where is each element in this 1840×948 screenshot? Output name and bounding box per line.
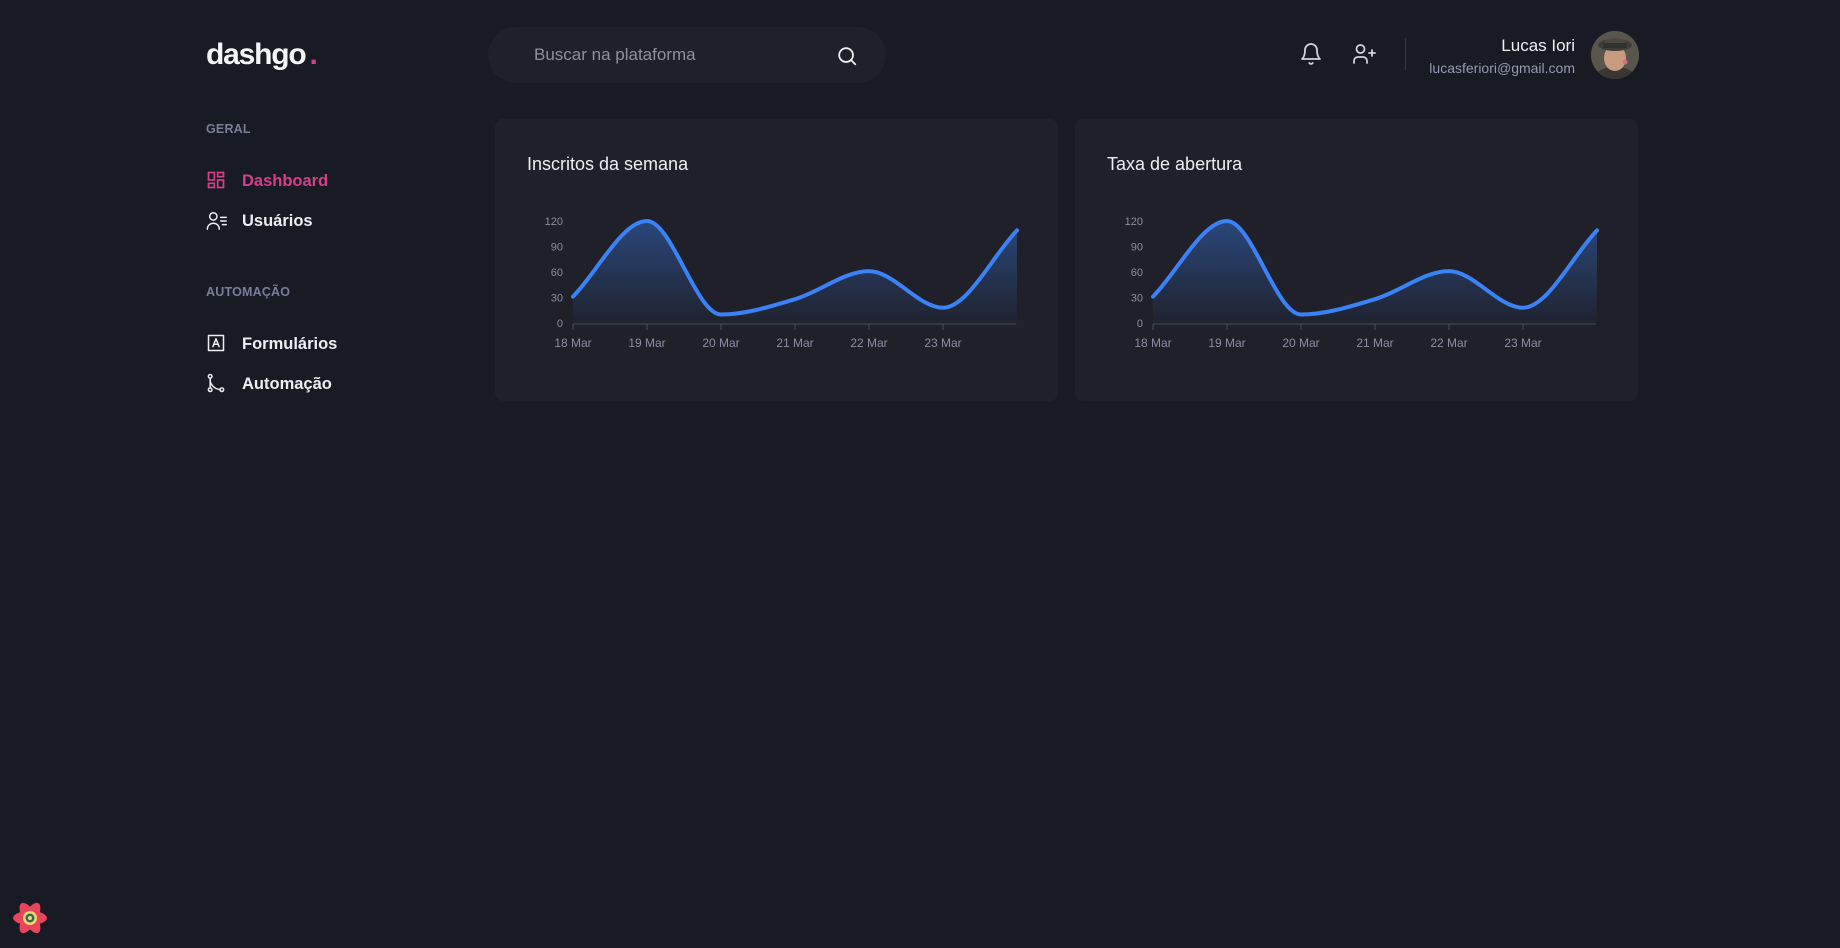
y-tick-label: 30: [551, 293, 563, 305]
x-tick-label: 20 Mar: [702, 336, 739, 350]
sidebar-item-label: Formulários: [242, 334, 338, 353]
y-tick-label: 60: [1131, 267, 1143, 279]
profile-email: lucasferiori@gmail.com: [1429, 60, 1575, 76]
x-tick-label: 21 Mar: [1356, 336, 1393, 350]
x-tick-label: 22 Mar: [850, 336, 887, 350]
sidebar-item-usuarios[interactable]: Usuários: [206, 210, 313, 232]
user-plus-icon[interactable]: [1352, 42, 1376, 66]
profile-name: Lucas Iori: [1501, 36, 1575, 55]
x-tick-label: 18 Mar: [1134, 336, 1171, 350]
sidebar-item-label: Usuários: [242, 211, 313, 230]
header: dashgo. Lu: [0, 0, 1840, 110]
chart-card-inscritos: Inscritos da semana 0 30 60 90 120 18 Mar 19 M…: [495, 119, 1058, 401]
search-icon[interactable]: [836, 45, 858, 67]
sidebar-section-automacao: AUTOMAÇÃO: [206, 285, 291, 299]
sidebar-item-label: Dashboard: [242, 171, 329, 190]
form-icon: [206, 333, 228, 355]
y-tick-label: 90: [1131, 242, 1143, 254]
brand-dot: .: [309, 38, 317, 71]
sidebar-item-dashboard[interactable]: Dashboard: [206, 170, 328, 192]
git-merge-icon: [206, 373, 228, 395]
avatar[interactable]: [1591, 31, 1639, 79]
x-tick-label: 19 Mar: [628, 336, 665, 350]
y-tick-label: 30: [1131, 293, 1143, 305]
app-page: dashgo. Lu: [0, 0, 1840, 948]
y-tick-label: 120: [545, 216, 563, 228]
brand-name: dashgo: [206, 38, 307, 71]
bell-icon[interactable]: [1299, 42, 1323, 66]
y-tick-label: 0: [557, 318, 563, 330]
x-tick-label: 23 Mar: [1504, 336, 1541, 350]
sidebar-item-automacao[interactable]: Automação: [206, 373, 332, 395]
devtools-logo-icon[interactable]: [10, 898, 50, 938]
x-tick-label: 21 Mar: [776, 336, 813, 350]
sidebar-item-label: Automação: [242, 374, 332, 393]
y-tick-label: 60: [551, 267, 563, 279]
search-bar: [488, 27, 886, 83]
x-tick-label: 22 Mar: [1430, 336, 1467, 350]
x-tick-label: 18 Mar: [554, 336, 591, 350]
brand-logo[interactable]: dashgo.: [206, 38, 318, 72]
x-tick-label: 20 Mar: [1282, 336, 1319, 350]
header-divider: [1405, 38, 1406, 70]
users-icon: [206, 210, 228, 232]
y-tick-label: 90: [551, 242, 563, 254]
sidebar-section-geral: GERAL: [206, 122, 251, 136]
x-tick-label: 23 Mar: [924, 336, 961, 350]
dashboard-icon: [206, 170, 228, 192]
area-chart: 0 30 60 90 120 18 Mar 19 Mar 20 Mar 21 Mar 22 Mar…: [545, 216, 1019, 350]
chart-card-taxa: Taxa de abertura 0 30 60 90 120 18 Mar 19 Mar 2…: [1075, 119, 1638, 401]
y-tick-label: 0: [1137, 318, 1143, 330]
sidebar-item-formularios[interactable]: Formulários: [206, 333, 337, 355]
search-input[interactable]: [534, 27, 834, 83]
area-chart: 0 30 60 90 120 18 Mar 19 Mar 20 Mar 21 Mar 22 Mar…: [1125, 216, 1599, 350]
x-tick-label: 19 Mar: [1208, 336, 1245, 350]
y-tick-label: 120: [1125, 216, 1143, 228]
